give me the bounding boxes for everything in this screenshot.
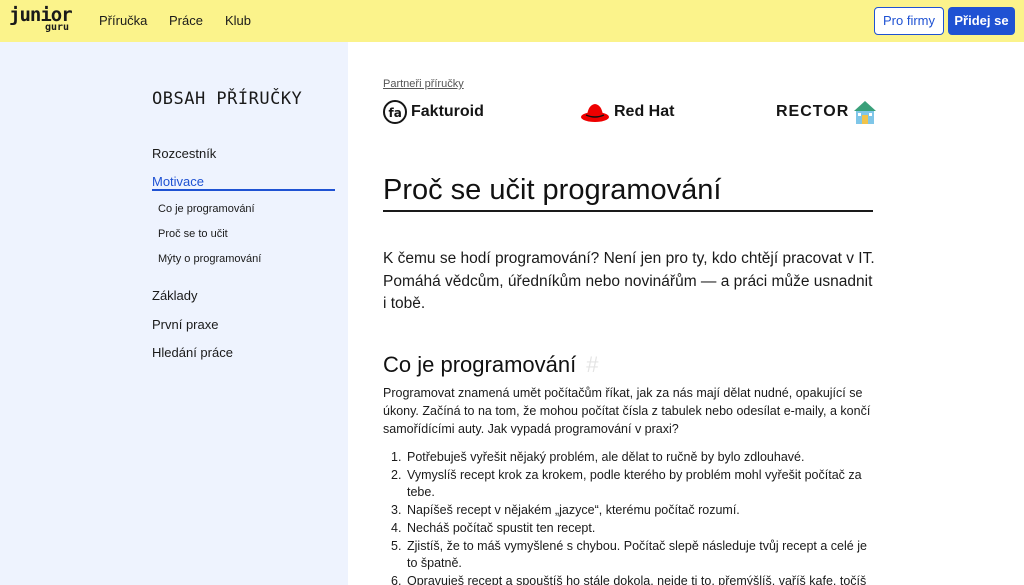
redhat-logo-icon [581, 104, 609, 122]
fakturoid-logo-icon: fa [383, 100, 407, 124]
toc-subitem-co-je-programovani[interactable]: Co je programování [158, 202, 255, 216]
nav-link-jobs[interactable]: Práce [169, 13, 203, 29]
partner-rector-name: RECTOR [776, 103, 850, 120]
toc-item-hledani-prace[interactable]: Hledání práce [152, 345, 233, 361]
partner-fakturoid[interactable]: fa Fakturoid [383, 98, 484, 126]
list-item: 3. Napíšeš recept v nějakém „jazyce“, kte… [391, 503, 740, 518]
partner-redhat-name: Red Hat [614, 103, 675, 120]
list-item: 5. Zjistíš, že to máš vymyšlené s chybou.… [391, 538, 867, 571]
list-item: 4. Necháš počítač spustit ten recept. [391, 520, 596, 535]
list-item: 1. Potřebuješ vyřešit nějaký problém, ale… [391, 450, 805, 464]
toc-item-prvni-praxe[interactable]: První praxe [152, 317, 218, 333]
svg-text:fa: fa [389, 106, 402, 120]
toc-item-motivace[interactable]: Motivace [152, 174, 204, 190]
section-heading: Co je programování # [383, 350, 598, 380]
toc-subitem-proc-se-to-ucit[interactable]: Proč se to učit [158, 227, 228, 241]
partner-fakturoid-name: Fakturoid [411, 103, 484, 120]
title-divider [383, 210, 873, 212]
house-icon [854, 101, 877, 124]
partner-rector[interactable]: RECTOR [776, 98, 877, 126]
nav-link-handbook[interactable]: Příručka [99, 13, 147, 29]
toc-item-rozcestnik[interactable]: Rozcestník [152, 146, 216, 162]
top-navigation-bar: junior guru Příručka Práce Klub Pro firm… [0, 0, 1024, 42]
partner-redhat[interactable]: Red Hat [580, 98, 674, 126]
page-title: Proč se učit programování [383, 174, 722, 206]
junior-guru-logo[interactable]: junior guru [9, 5, 79, 35]
for-companies-button[interactable]: Pro firmy [874, 7, 944, 35]
toc-title: OBSAH PŘÍRUČKY [152, 89, 303, 109]
steps-list: 1. Potřebuješ vyřešit nějaký problém, ale… [383, 449, 873, 585]
join-button[interactable]: Přidej se [948, 7, 1015, 35]
toc-active-underline [152, 189, 335, 191]
lead-paragraph: K čemu se hodí programování? Není jen pr… [383, 250, 875, 312]
section-heading-text: Co je programování [383, 352, 577, 377]
list-item: 6. Opravuješ recept a spouštíš ho stále d… [391, 573, 867, 585]
list-item: 2. Vymyslíš recept krok za krokem, podle … [391, 467, 862, 500]
anchor-link-icon[interactable]: # [586, 352, 598, 377]
toc-subitem-myty[interactable]: Mýty o programování [158, 252, 261, 266]
toc-item-zaklady[interactable]: Základy [152, 288, 198, 304]
logo-subword: guru [45, 22, 70, 33]
nav-link-club[interactable]: Klub [225, 13, 251, 29]
section-paragraph: Programovat znamená umět počítačům říkat… [383, 386, 871, 436]
sidebar [0, 42, 348, 585]
partners-link[interactable]: Partneři příručky [383, 77, 464, 91]
